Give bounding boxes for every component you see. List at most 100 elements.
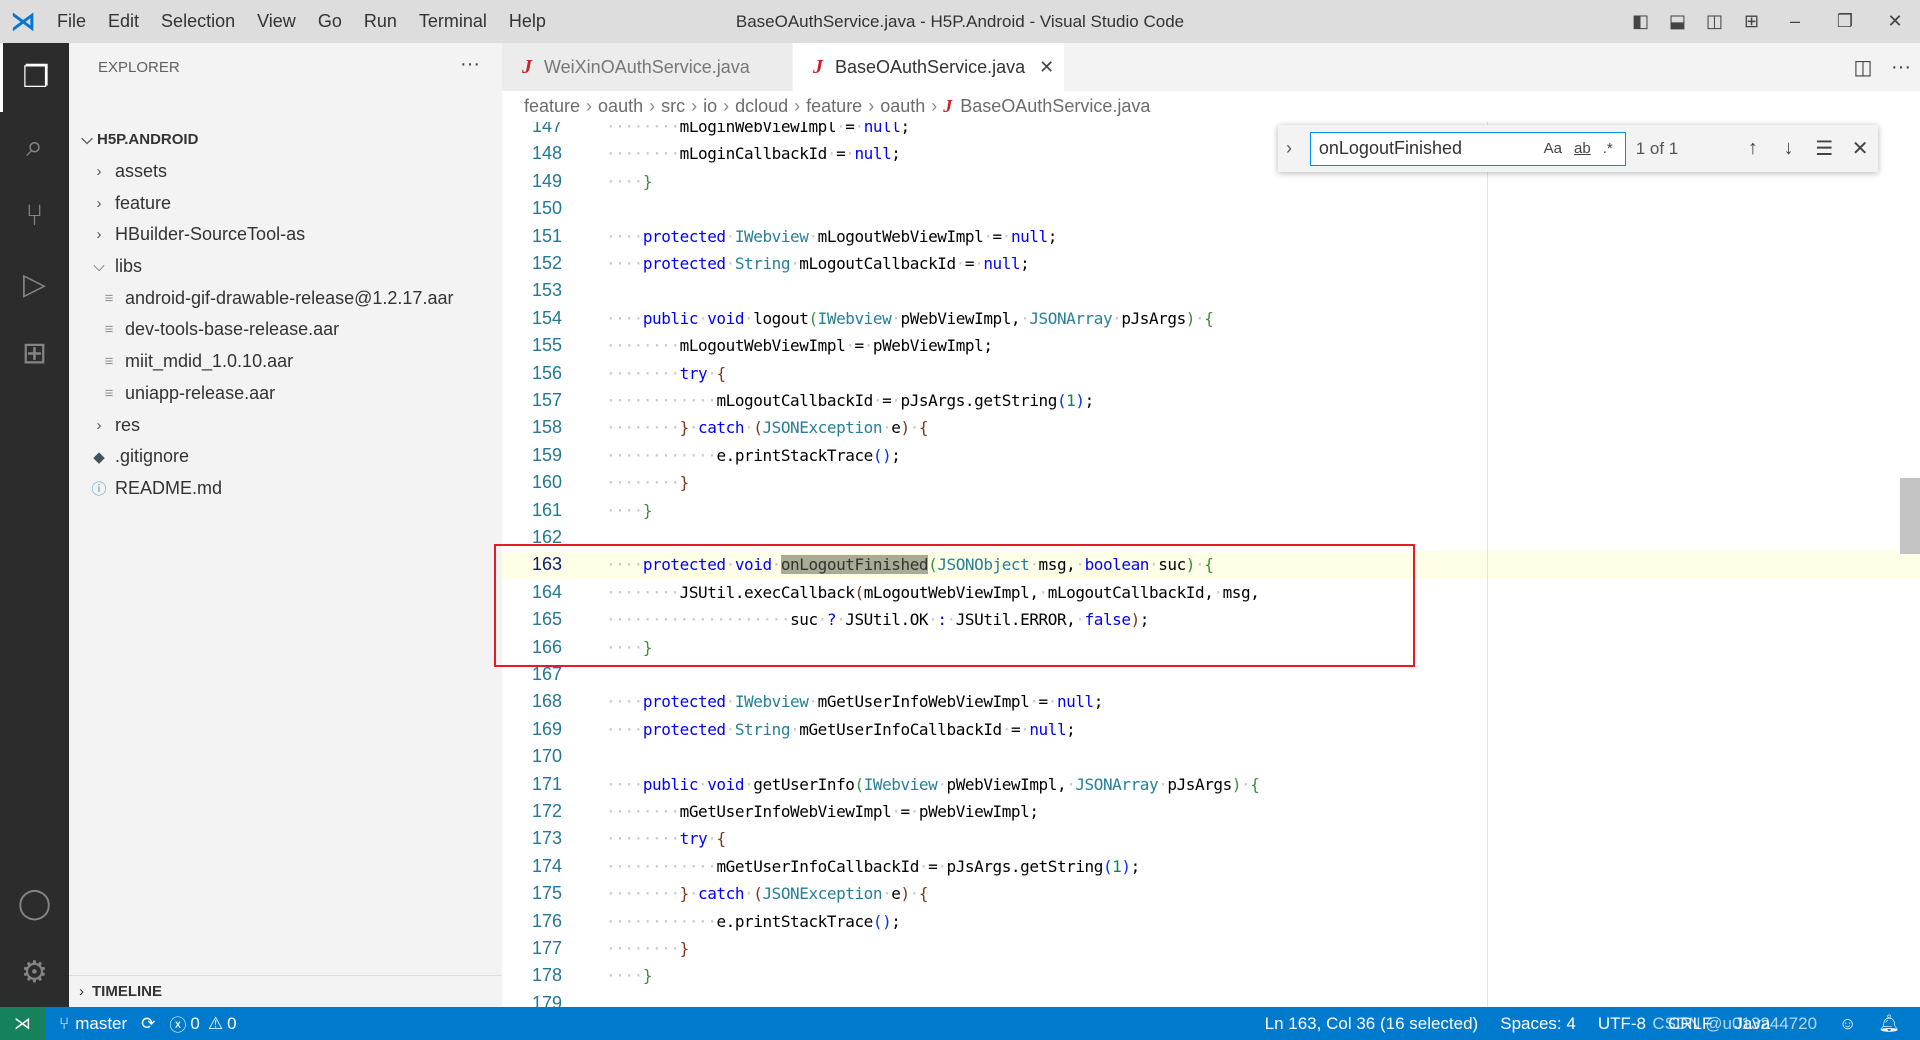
- tab-weixin-oauth-service[interactable]: J WeiXinOAuthService.java: [502, 43, 793, 91]
- encoding[interactable]: UTF-8: [1598, 1014, 1646, 1034]
- code-text: ············e.printStackTrace();: [606, 908, 901, 935]
- whitespace-marker: ·: [688, 418, 699, 438]
- whitespace-marker: ·: [1020, 719, 1030, 739]
- code-text: ····protected·IWebview·mGetUserInfoWebVi…: [606, 688, 1103, 715]
- more-actions-icon[interactable]: ···: [1882, 56, 1920, 79]
- file-item[interactable]: ≡ uniapp-release.aar: [69, 378, 502, 410]
- notifications-icon[interactable]: 🔔︎: [1878, 1014, 1900, 1034]
- code-token: IWebview: [734, 692, 809, 712]
- close-window-button[interactable]: ✕: [1870, 11, 1920, 32]
- menu-selection[interactable]: Selection: [150, 11, 246, 32]
- tab-base-oauth-service[interactable]: J BaseOAuthService.java ✕: [793, 43, 1065, 91]
- breadcrumb-item[interactable]: dcloud: [735, 96, 788, 117]
- line-number: 151: [531, 225, 562, 246]
- menu-run[interactable]: Run: [353, 11, 408, 32]
- close-find-icon[interactable]: ✕: [1842, 136, 1878, 161]
- code-text: ····public·void·getUserInfo(IWebview·pWe…: [606, 771, 1260, 798]
- line-number: 169: [531, 718, 562, 739]
- account-icon[interactable]: ◯: [0, 869, 69, 938]
- code-line: 156 ········try·{: [502, 360, 1920, 387]
- folder-item[interactable]: › res: [69, 409, 502, 441]
- toggle-panel-icon[interactable]: ⬓: [1659, 11, 1696, 32]
- gear-icon[interactable]: ⚙: [0, 938, 69, 1007]
- toggle-sidebar-icon[interactable]: ◧: [1622, 11, 1659, 32]
- run-debug-icon[interactable]: ▷: [0, 250, 69, 319]
- source-control-icon[interactable]: ⑂: [0, 181, 69, 250]
- file-item[interactable]: ≡ android-gif-drawable-release@1.2.17.aar: [69, 282, 502, 314]
- branch-name[interactable]: master: [75, 1014, 127, 1034]
- next-match-icon[interactable]: ↓: [1771, 137, 1807, 160]
- breadcrumb-item[interactable]: feature: [806, 96, 862, 117]
- error-icon: ⓧ: [169, 1016, 187, 1035]
- error-count[interactable]: 0: [190, 1014, 199, 1034]
- file-icon: ≡: [104, 353, 114, 371]
- restore-button[interactable]: ❐: [1820, 11, 1870, 32]
- customize-layout-icon[interactable]: ⊞: [1733, 11, 1770, 32]
- match-case-toggle[interactable]: Aa: [1544, 140, 1562, 157]
- tab-label: WeiXinOAuthService.java: [544, 56, 750, 77]
- folder-item[interactable]: › HBuilder-SourceTool-as: [69, 219, 502, 251]
- close-tab-icon[interactable]: ✕: [1039, 57, 1054, 78]
- breadcrumb-item[interactable]: src: [661, 96, 685, 117]
- code-text: ········}: [606, 935, 689, 962]
- toggle-replace-icon[interactable]: ›: [1286, 138, 1302, 159]
- code-token: mGetUserInfoCallbackId·=·pJsArgs.getStri…: [716, 856, 1103, 876]
- menu-terminal[interactable]: Terminal: [408, 11, 498, 32]
- breadcrumb-item[interactable]: oauth: [598, 96, 643, 117]
- find-input[interactable]: onLogoutFinished Aa ab .*: [1309, 131, 1626, 166]
- toggle-secondary-sidebar-icon[interactable]: ◫: [1696, 11, 1733, 32]
- workspace-root[interactable]: ⌵ H5P.ANDROID: [69, 124, 502, 156]
- menu-view[interactable]: View: [246, 11, 307, 32]
- file-icon: ≡: [104, 289, 114, 307]
- menu-edit[interactable]: Edit: [97, 11, 150, 32]
- breadcrumb-item[interactable]: io: [703, 96, 717, 117]
- search-icon[interactable]: ⌕: [0, 112, 69, 181]
- file-item[interactable]: ⓘ README.md: [69, 473, 502, 505]
- regex-toggle[interactable]: .*: [1603, 140, 1613, 157]
- breadcrumb-item[interactable]: feature: [524, 96, 580, 117]
- code-token: ········: [606, 473, 680, 492]
- timeline-section[interactable]: › TIMELINE: [69, 975, 502, 1007]
- more-actions-icon[interactable]: ···: [460, 53, 480, 76]
- previous-match-icon[interactable]: ↑: [1735, 137, 1771, 160]
- breadcrumb-item[interactable]: oauth: [880, 96, 925, 117]
- menu-go[interactable]: Go: [307, 11, 353, 32]
- code-token: ·: [698, 309, 708, 328]
- split-editor-icon[interactable]: ◫: [1844, 55, 1882, 80]
- folder-item[interactable]: ⌵ libs: [69, 251, 502, 283]
- code-token: ····: [606, 309, 643, 328]
- editor-scrollbar[interactable]: [1900, 478, 1920, 554]
- minimize-button[interactable]: –: [1770, 11, 1820, 32]
- timeline-label: TIMELINE: [92, 983, 162, 1000]
- extensions-icon[interactable]: ⊞: [0, 319, 69, 388]
- code-text: ············mLogoutCallbackId·=·pJsArgs.…: [606, 387, 1094, 414]
- file-item[interactable]: ◆ .gitignore: [69, 441, 502, 473]
- remote-icon[interactable]: ⋊: [0, 1007, 45, 1040]
- warning-count[interactable]: 0: [227, 1014, 236, 1034]
- folder-item[interactable]: › assets: [69, 156, 502, 188]
- whitespace-marker: ·: [1112, 308, 1122, 328]
- file-item[interactable]: ≡ miit_mdid_1.0.10.aar: [69, 346, 502, 378]
- code-line: 178 ····}: [502, 962, 1920, 989]
- code-token: ········: [606, 802, 680, 821]
- code-token: try: [679, 363, 708, 383]
- folder-item[interactable]: › feature: [69, 187, 502, 219]
- code-line: 173 ········try·{: [502, 825, 1920, 852]
- menu-help[interactable]: Help: [498, 11, 557, 32]
- line-number: 161: [531, 499, 562, 520]
- match-whole-word-toggle[interactable]: ab: [1574, 140, 1591, 157]
- code-text: ············e.printStackTrace();: [606, 442, 901, 469]
- file-item[interactable]: ≡ dev-tools-base-release.aar: [69, 314, 502, 346]
- breadcrumb-item[interactable]: BaseOAuthService.java: [960, 96, 1150, 117]
- explorer-icon[interactable]: ❐: [0, 43, 69, 112]
- line-number: 157: [531, 390, 562, 410]
- code-token: (: [808, 308, 818, 328]
- find-in-selection-icon[interactable]: ☰: [1807, 136, 1843, 161]
- feedback-icon[interactable]: ☺: [1839, 1014, 1856, 1034]
- line-number: 173: [531, 828, 562, 849]
- indentation[interactable]: Spaces: 4: [1500, 1014, 1576, 1034]
- whitespace-marker: ·: [826, 144, 837, 164]
- cursor-position[interactable]: Ln 163, Col 36 (16 selected): [1265, 1014, 1479, 1034]
- sync-icon[interactable]: ⟳: [141, 1014, 155, 1034]
- menu-file[interactable]: File: [46, 11, 97, 32]
